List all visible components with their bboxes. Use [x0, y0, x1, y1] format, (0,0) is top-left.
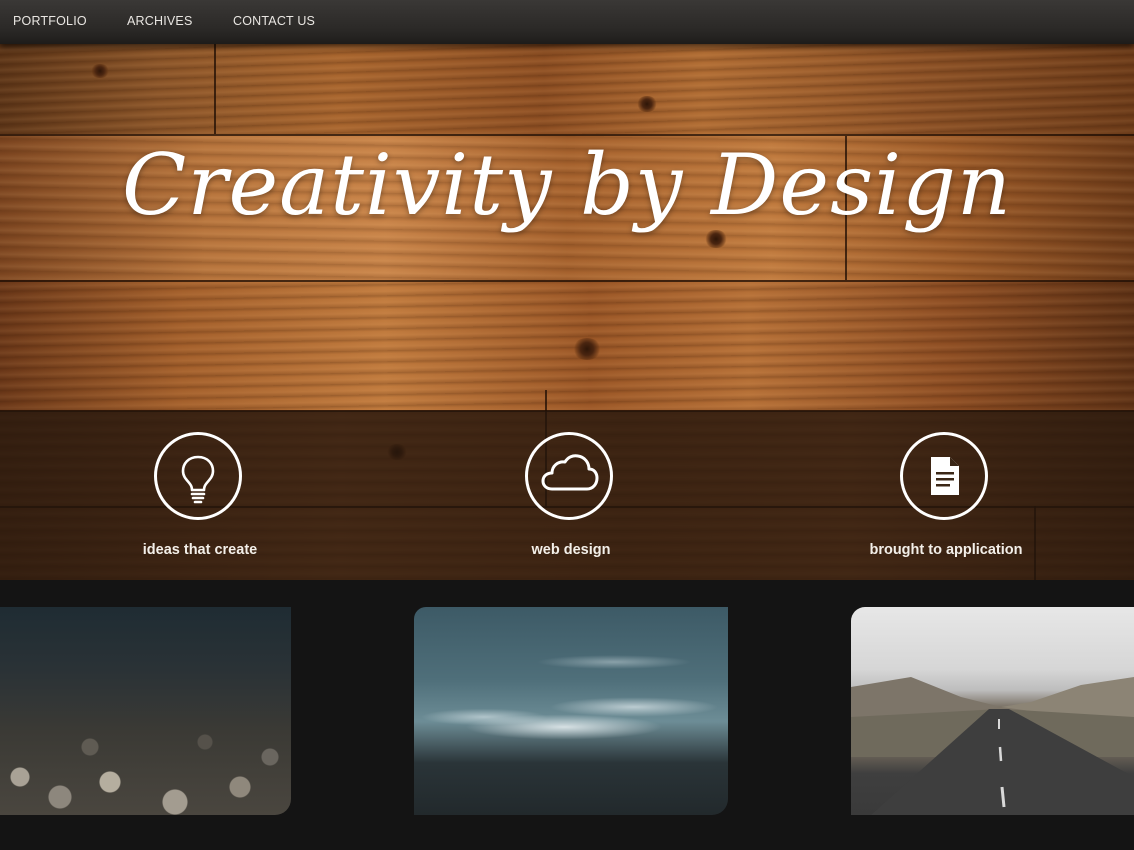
- feature-application: brought to application: [816, 411, 1076, 580]
- hero-title: Creativity by Design: [122, 136, 1012, 234]
- feature-ideas: ideas that create: [70, 411, 330, 580]
- plank-seam: [0, 280, 1134, 282]
- feature-web-design: web design: [441, 411, 701, 580]
- portfolio-thumbnail-road[interactable]: [851, 607, 1134, 815]
- wood-plank: [0, 44, 1134, 134]
- nav-item-contact-us[interactable]: CONTACT US: [233, 14, 315, 28]
- top-navigation: PORTFOLIO ARCHIVES CONTACT US: [0, 0, 1134, 44]
- lightbulb-icon: [154, 432, 242, 520]
- wood-plank: [0, 280, 1134, 410]
- feature-label: brought to application: [869, 542, 1023, 558]
- document-icon: [900, 432, 988, 520]
- feature-label: web design: [531, 542, 611, 558]
- portfolio-thumbnail-waves[interactable]: [414, 607, 728, 815]
- portfolio-thumbnail-pebbles[interactable]: [0, 607, 291, 815]
- feature-label: ideas that create: [142, 542, 258, 558]
- cloud-icon: [525, 432, 613, 520]
- wood-knot: [636, 96, 658, 112]
- nav-item-portfolio[interactable]: PORTFOLIO: [13, 14, 87, 28]
- wood-knot: [572, 338, 602, 360]
- road-illustration: [851, 677, 1134, 815]
- wood-knot: [90, 64, 110, 78]
- nav-item-archives[interactable]: ARCHIVES: [127, 14, 193, 28]
- plank-seam: [214, 44, 216, 134]
- features-band: ideas that create web design brought to …: [0, 411, 1134, 580]
